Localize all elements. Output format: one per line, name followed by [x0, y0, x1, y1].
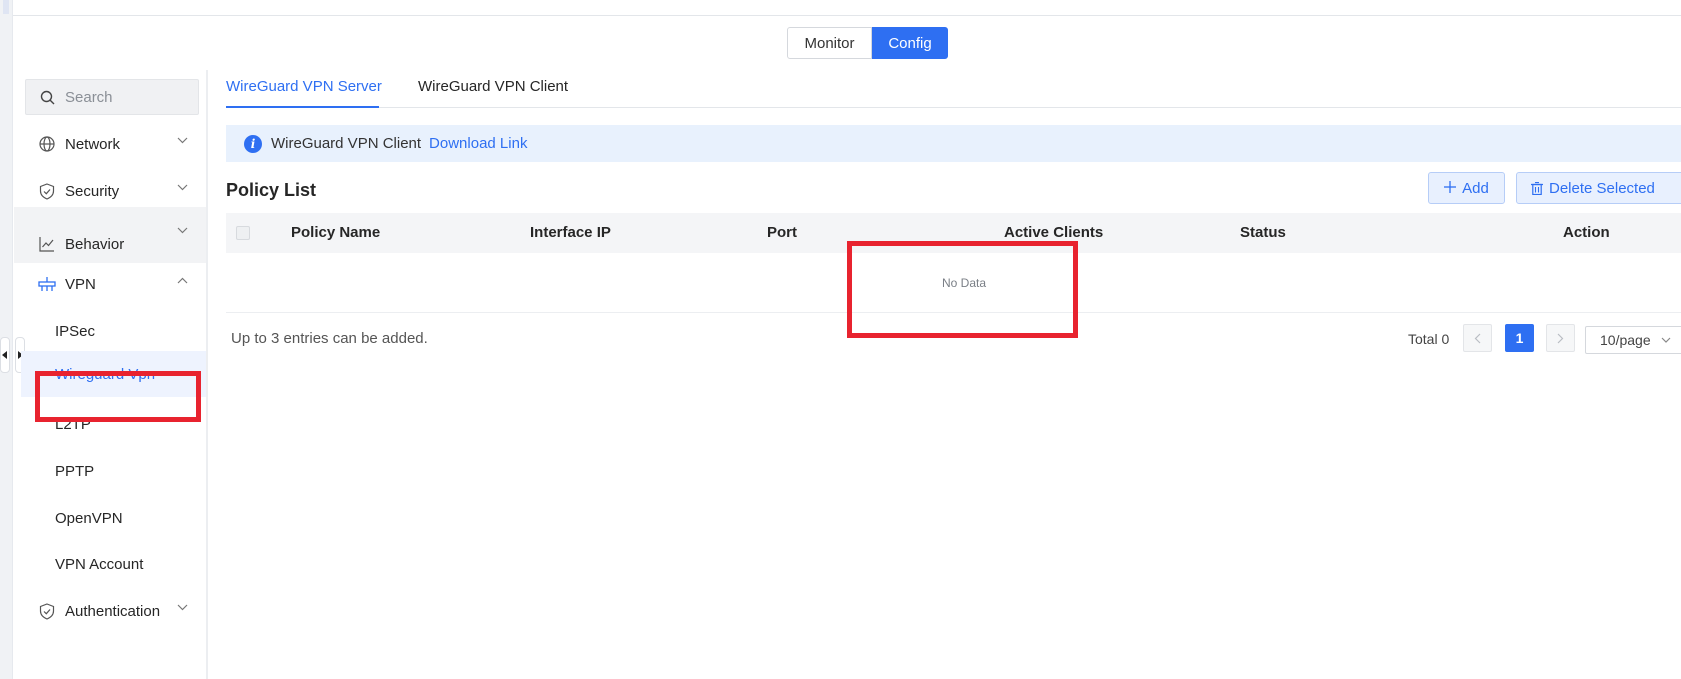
- sidebar-item-label: VPN: [65, 275, 96, 293]
- download-link[interactable]: Download Link: [429, 135, 527, 152]
- tab-wireguard-vpn-server[interactable]: WireGuard VPN Server: [226, 78, 382, 95]
- search-input[interactable]: Search: [25, 79, 199, 115]
- monitor-button[interactable]: Monitor: [787, 27, 872, 59]
- main-content: WireGuard VPN Server WireGuard VPN Clien…: [226, 70, 1681, 354]
- tab-bar: WireGuard VPN Server WireGuard VPN Clien…: [226, 70, 1681, 108]
- plus-icon: [1444, 180, 1457, 197]
- table-header: Policy Name Interface IP Port Active Cli…: [226, 213, 1681, 253]
- delete-selected-label: Delete Selected: [1549, 179, 1655, 197]
- info-text: WireGuard VPN Client: [271, 135, 422, 152]
- mode-switch: Monitor Config: [787, 27, 948, 59]
- add-button[interactable]: Add: [1428, 172, 1505, 204]
- info-icon: i: [244, 134, 262, 153]
- sidebar-item-wireguard-vpn[interactable]: Wireguard Vpn: [21, 351, 206, 397]
- config-button[interactable]: Config: [872, 27, 948, 59]
- line-chart-icon: [38, 235, 56, 253]
- sidebar-item-network[interactable]: Network: [14, 124, 206, 164]
- trash-icon: [1531, 181, 1543, 195]
- page-size-value: 10/page: [1600, 332, 1651, 348]
- sidebar: Search Network Security Behavior VPN IPS…: [14, 70, 208, 679]
- tab-wireguard-vpn-client[interactable]: WireGuard VPN Client: [418, 78, 568, 95]
- sidebar-item-label: Authentication: [65, 602, 161, 620]
- pagination-total: Total 0: [1408, 331, 1450, 347]
- chevron-down-icon: [177, 137, 188, 144]
- sidebar-item-l2tp[interactable]: L2TP: [14, 404, 206, 444]
- delete-selected-button[interactable]: Delete Selected: [1516, 172, 1681, 204]
- sidebar-item-behavior[interactable]: Behavior: [14, 207, 206, 263]
- sidebar-item-pptp[interactable]: PPTP: [14, 451, 206, 491]
- chevron-down-icon: [177, 604, 188, 611]
- sidebar-item-label: Network: [65, 135, 121, 153]
- select-all-checkbox[interactable]: [236, 226, 250, 240]
- chevron-up-icon: [177, 277, 188, 284]
- search-placeholder: Search: [65, 88, 113, 106]
- search-icon: [40, 90, 55, 104]
- page-number-button[interactable]: 1: [1505, 324, 1534, 352]
- chevron-right-icon: [1557, 333, 1564, 343]
- chevron-left-icon: [1474, 333, 1481, 343]
- sidebar-item-security[interactable]: Security: [14, 171, 206, 211]
- sidebar-item-vpn-account[interactable]: VPN Account: [14, 544, 206, 584]
- info-banner: i WireGuard VPN Client Download Link: [226, 125, 1681, 162]
- shield-icon: [38, 182, 56, 200]
- prev-page-button[interactable]: [1463, 324, 1492, 352]
- page-size-select[interactable]: 10/page: [1585, 326, 1681, 354]
- column-header: Action: [1563, 224, 1610, 241]
- next-page-button[interactable]: [1546, 324, 1575, 352]
- policy-list-title: Policy List: [226, 180, 317, 200]
- sidebar-item-vpn[interactable]: VPN: [14, 264, 206, 304]
- column-header: Active Clients: [1004, 224, 1104, 241]
- sidebar-item-openvpn[interactable]: OpenVPN: [14, 498, 206, 538]
- shield-check-icon: [38, 602, 56, 620]
- add-button-label: Add: [1462, 179, 1489, 197]
- sidebar-item-label: Behavior: [65, 235, 125, 253]
- column-header: Policy Name: [291, 224, 381, 241]
- chevron-down-icon: [177, 227, 188, 234]
- column-header: Interface IP: [530, 224, 611, 241]
- sidebar-item-ipsec[interactable]: IPSec: [14, 311, 206, 351]
- chevron-down-icon: [177, 184, 188, 191]
- header-divider: [13, 15, 1681, 16]
- globe-icon: [38, 135, 56, 153]
- entry-limit-note: Up to 3 entries can be added.: [231, 330, 428, 347]
- column-header: Port: [767, 224, 797, 241]
- sidebar-item-label: Security: [65, 182, 120, 200]
- active-tab-indicator: [226, 106, 379, 108]
- vpn-icon: [38, 275, 56, 293]
- left-edge-accent: [3, 0, 9, 14]
- sidebar-item-authentication[interactable]: Authentication: [14, 591, 206, 631]
- caret-left-icon: [2, 351, 7, 359]
- table-empty-row: No Data: [226, 253, 1681, 313]
- chevron-down-icon: [1661, 337, 1671, 343]
- column-header: Status: [1240, 224, 1286, 241]
- no-data-text: No Data: [942, 276, 987, 290]
- collapse-left-handle[interactable]: [0, 337, 10, 373]
